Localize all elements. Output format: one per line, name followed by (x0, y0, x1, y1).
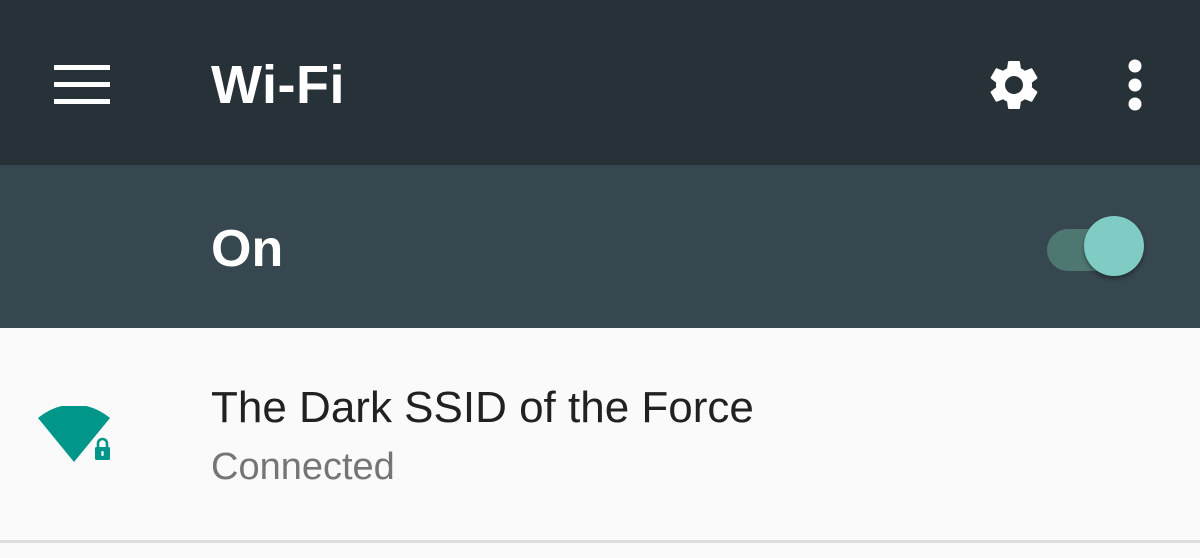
list-divider (0, 540, 1200, 543)
app-toolbar: Wi-Fi (0, 0, 1200, 165)
hamburger-menu-icon (54, 65, 110, 104)
wifi-settings-screen: Wi-Fi On The Dark SSID of the Force Conn… (0, 0, 1200, 558)
network-ssid: The Dark SSID of the Force (211, 383, 754, 432)
wifi-toggle-switch[interactable] (1040, 210, 1150, 280)
network-list-item[interactable]: The Dark SSID of the Force Connected (0, 328, 1200, 540)
wifi-master-switch-bar[interactable]: On (0, 165, 1200, 328)
more-vert-icon (1128, 59, 1142, 111)
overflow-menu-button[interactable] (1100, 37, 1170, 133)
wifi-signal-secured-icon (38, 406, 110, 462)
switch-state-label: On (211, 220, 284, 278)
settings-button[interactable] (966, 37, 1062, 133)
network-status: Connected (211, 446, 395, 488)
gear-icon (990, 60, 1038, 109)
toggle-thumb (1084, 216, 1144, 276)
menu-button[interactable] (30, 37, 134, 133)
page-title: Wi-Fi (211, 55, 345, 115)
